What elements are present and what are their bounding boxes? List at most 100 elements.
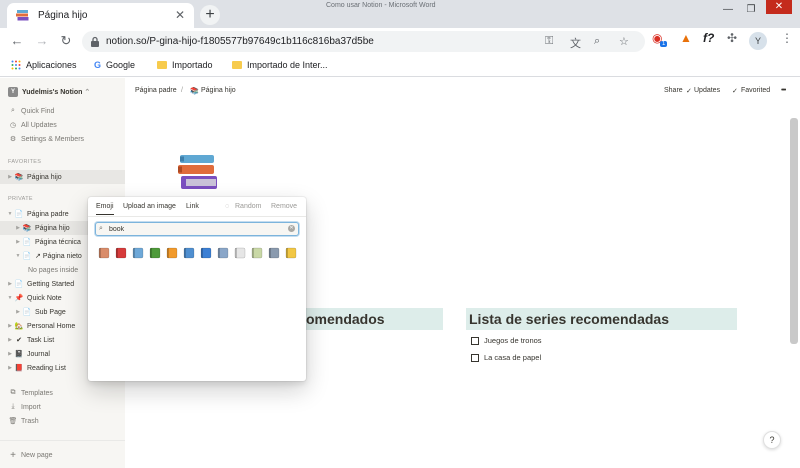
books-icon[interactable]: [178, 154, 218, 192]
expand-arrow-icon[interactable]: ▼: [6, 211, 14, 217]
sidebar-templates[interactable]: ⧉ Templates: [0, 386, 125, 400]
address-bar[interactable]: notion.so/P-gina-hijo-f1805577b97649c1b1…: [82, 31, 645, 52]
ledger-icon[interactable]: [250, 245, 263, 259]
sidebar-all-updates[interactable]: ◷ All Updates: [0, 118, 125, 132]
extension-fire-icon[interactable]: ▲: [680, 31, 692, 45]
expand-arrow-icon[interactable]: ▶: [14, 225, 22, 231]
new-tab-button[interactable]: +: [200, 5, 220, 25]
sidebar-item-label: Página técnica: [35, 238, 81, 246]
todo-label: Juegos de tronos: [484, 336, 542, 345]
extension-formula-icon[interactable]: f?: [703, 31, 714, 45]
help-button[interactable]: ?: [763, 431, 781, 449]
todo-label: La casa de papel: [484, 353, 542, 362]
chrome-menu-icon[interactable]: ⋮: [781, 31, 793, 45]
page-icon: 📄: [22, 253, 32, 260]
minimize-icon[interactable]: —: [720, 4, 736, 15]
notion-topbar: Página padre / 📚 Página hijo Share ✓ Upd…: [125, 78, 800, 104]
random-button[interactable]: Random: [235, 203, 261, 210]
sidebar-item-label: Página nieto: [42, 252, 82, 260]
browser-tabstrip: Como usar Notion - Microsoft Word Página…: [0, 0, 800, 28]
bookmarks-bar: Aplicaciones G Google Importado Importad…: [0, 54, 800, 77]
browser-tab-active[interactable]: Página hijo ✕: [7, 3, 194, 28]
sidebar-fav-pagina-hijo[interactable]: ▶ 📚 Página hijo: [0, 170, 125, 184]
todo-item[interactable]: La casa de papel: [471, 353, 541, 362]
bookmark-folder-importado-inter[interactable]: Importado de Inter...: [232, 60, 328, 70]
expand-arrow-icon[interactable]: ▶: [6, 281, 14, 287]
key-icon[interactable]: ⚿: [545, 35, 553, 48]
red-book-icon[interactable]: [114, 245, 127, 259]
tab-close-icon[interactable]: ✕: [175, 8, 185, 22]
puzzle-icon[interactable]: ✣: [727, 31, 737, 45]
folder-icon: [232, 61, 242, 69]
notebook-decorative-icon[interactable]: [97, 245, 110, 259]
chevron-updown-icon: ⌃: [84, 89, 91, 96]
expand-arrow-icon[interactable]: ▶: [6, 174, 14, 180]
sidebar-import[interactable]: ⤓ Import: [0, 400, 125, 414]
expand-arrow-icon[interactable]: ▼: [6, 295, 14, 301]
breadcrumb-current[interactable]: Página hijo: [201, 87, 236, 94]
notebook-icon[interactable]: [216, 245, 229, 259]
books-icon: 📚: [14, 174, 24, 181]
bookmark-star-icon[interactable]: ☆: [619, 35, 629, 48]
new-page-button[interactable]: + New page: [0, 448, 125, 462]
translate-icon[interactable]: 文: [570, 35, 581, 51]
sidebar-trash[interactable]: 🗑 Trash: [0, 414, 125, 428]
expand-arrow-icon[interactable]: ▼: [14, 253, 22, 259]
sidebar-item-label: Personal Home: [27, 322, 76, 330]
movies-list-heading: omendados: [306, 308, 443, 330]
more-options-icon[interactable]: •••: [781, 87, 786, 94]
apps-grid-icon: [11, 60, 21, 70]
closed-book-icon[interactable]: [267, 245, 280, 259]
movies-heading-text: omendados: [306, 311, 385, 327]
sidebar-item-label: Quick Find: [21, 107, 55, 115]
tab-upload-image[interactable]: Upload an image: [123, 203, 176, 210]
bookmark-folder-importado[interactable]: Importado: [157, 60, 213, 70]
tab-emoji[interactable]: Emoji: [96, 203, 114, 215]
extension-badge: 1: [660, 41, 668, 47]
expand-arrow-icon[interactable]: ▶: [14, 239, 22, 245]
page-icon: 📄: [14, 211, 24, 218]
bookmark-tabs-icon[interactable]: [233, 245, 246, 259]
search-icon: ⌕: [99, 225, 103, 232]
sidebar-settings[interactable]: ⚙ Settings & Members: [0, 132, 125, 146]
books-icon[interactable]: [182, 245, 195, 259]
orange-book-icon[interactable]: [165, 245, 178, 259]
bookmark-icon[interactable]: [284, 245, 297, 259]
expand-arrow-icon[interactable]: ▶: [6, 337, 14, 343]
expand-arrow-icon[interactable]: ▶: [14, 309, 22, 315]
bookmark-apps[interactable]: Aplicaciones: [11, 60, 77, 70]
profile-avatar[interactable]: Y: [749, 32, 767, 50]
link-arrow-icon: ↗: [35, 253, 41, 260]
reload-icon[interactable]: ↻: [58, 33, 74, 49]
restore-icon[interactable]: ❐: [743, 4, 759, 15]
window-close-icon[interactable]: ✕: [766, 0, 792, 14]
updates-button[interactable]: Updates: [694, 87, 720, 94]
blue-book-icon[interactable]: [199, 245, 212, 259]
expand-arrow-icon[interactable]: ▶: [6, 323, 14, 329]
expand-arrow-icon[interactable]: ▶: [6, 351, 14, 357]
open-book-icon[interactable]: [131, 245, 144, 259]
tab-link[interactable]: Link: [186, 203, 199, 210]
todo-checkbox[interactable]: [471, 353, 479, 362]
breadcrumb-parent[interactable]: Página padre: [135, 87, 177, 94]
bookmark-google[interactable]: G Google: [94, 60, 135, 70]
todo-item[interactable]: Juegos de tronos: [471, 336, 542, 345]
remove-button[interactable]: Remove: [271, 203, 297, 210]
page-scrollbar[interactable]: [790, 118, 798, 344]
clear-search-icon[interactable]: ✕: [288, 225, 295, 232]
share-button[interactable]: Share: [664, 87, 683, 94]
todo-checkbox[interactable]: [471, 336, 479, 345]
back-arrow-icon[interactable]: ←: [9, 33, 25, 48]
zoom-icon[interactable]: ⌕: [594, 35, 600, 48]
workspace-switcher[interactable]: Y Yudelmis's Notion ⌃: [0, 85, 125, 99]
emoji-search-input[interactable]: [109, 224, 284, 234]
favorites-section-label: FAVORITES: [8, 159, 42, 165]
forward-arrow-icon[interactable]: →: [34, 33, 50, 48]
green-book-icon[interactable]: [148, 245, 161, 259]
workspace-name: Yudelmis's Notion: [22, 88, 83, 96]
sidebar-quick-find[interactable]: ⌕ Quick Find: [0, 104, 125, 118]
emoji-results-grid: [97, 245, 297, 259]
emoji-search-field[interactable]: ⌕ ✕: [95, 222, 299, 236]
favorited-button[interactable]: Favorited: [741, 87, 770, 94]
expand-arrow-icon[interactable]: ▶: [6, 365, 14, 371]
